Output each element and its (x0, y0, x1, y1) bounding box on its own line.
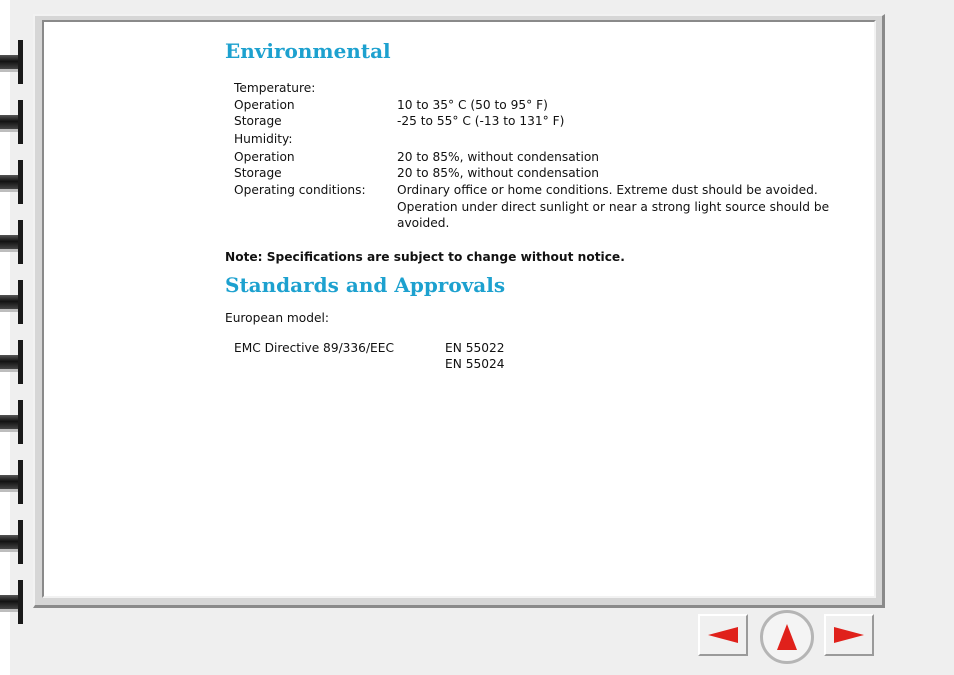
binding-ring (0, 40, 24, 84)
standards-heading: Standards and Approvals (225, 273, 506, 297)
up-arrow-icon (777, 624, 797, 650)
temp-storage-value: -25 to 55° C (-13 to 131° F) (397, 114, 565, 128)
temp-storage-label: Storage (234, 114, 282, 128)
up-page-button[interactable] (760, 610, 814, 664)
binding-ring (0, 580, 24, 624)
hum-operation-label: Operation (234, 150, 295, 164)
right-arrow-icon (834, 627, 864, 643)
conditions-label: Operating conditions: (234, 183, 366, 197)
left-arrow-icon (708, 627, 738, 643)
binding-ring (0, 160, 24, 204)
binding-ring (0, 400, 24, 444)
previous-page-button[interactable] (698, 614, 748, 656)
hum-operation-value: 20 to 85%, without condensation (397, 150, 600, 164)
binding-ring (0, 280, 24, 324)
standard-en55022: EN 55022 (445, 341, 505, 355)
binding-ring (0, 100, 24, 144)
binding-ring (0, 460, 24, 504)
emc-directive-label: EMC Directive 89/336/EEC (234, 341, 394, 355)
hum-storage-value: 20 to 85%, without condensation (397, 166, 600, 180)
standard-en55024: EN 55024 (445, 357, 505, 371)
environmental-heading: Environmental (225, 39, 391, 63)
temp-operation-value: 10 to 35° C (50 to 95° F) (397, 98, 548, 112)
binding-ring (0, 340, 24, 384)
binding-ring (0, 520, 24, 564)
hum-storage-label: Storage (234, 166, 282, 180)
temperature-label: Temperature: (234, 81, 316, 95)
conditions-value: Ordinary office or home conditions. Extr… (397, 183, 830, 230)
binding-ring (0, 220, 24, 264)
next-page-button[interactable] (824, 614, 874, 656)
european-model-label: European model: (225, 311, 329, 325)
spec-change-note: Note: Specifications are subject to chan… (225, 250, 625, 264)
humidity-label: Humidity: (234, 132, 293, 146)
temp-operation-label: Operation (234, 98, 295, 112)
